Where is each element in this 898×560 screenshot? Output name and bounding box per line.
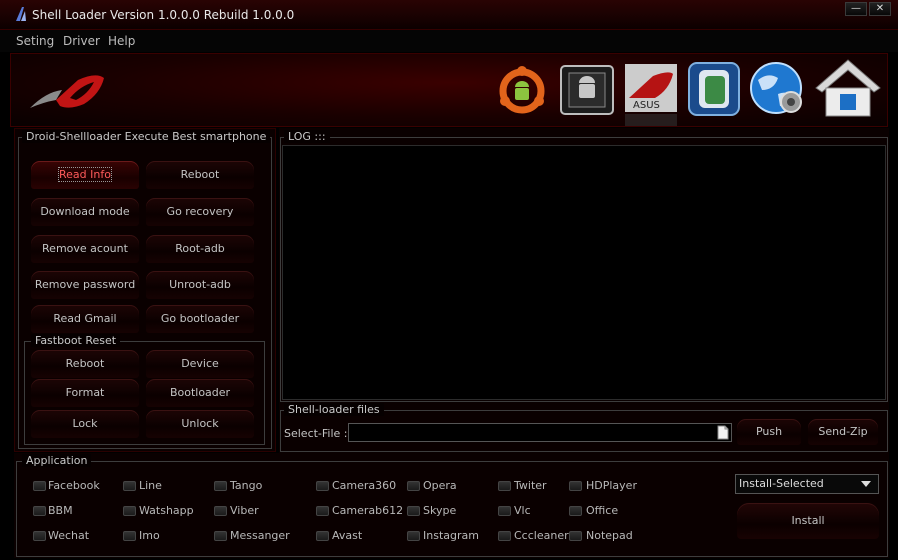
minimize-button[interactable]: — [845, 2, 867, 16]
facebook-label: Facebook [48, 479, 100, 492]
svg-text:ASUS: ASUS [633, 100, 660, 111]
instagram-checkbox[interactable] [407, 531, 420, 541]
read-gmail-button[interactable]: Read Gmail [31, 305, 139, 333]
camera360-checkbox[interactable] [316, 481, 329, 491]
select-file-input[interactable] [348, 423, 732, 442]
hdplayer-label: HDPlayer [586, 479, 637, 492]
vlc-label: Vlc [514, 504, 531, 517]
fastboot-lock-button[interactable]: Lock [31, 410, 139, 438]
fastboot-device-button[interactable]: Device [146, 350, 254, 378]
app-logo-icon [16, 7, 26, 21]
globe-gear-icon[interactable] [748, 60, 808, 120]
ubuntu-android-icon[interactable] [495, 64, 549, 118]
facebook-checkbox[interactable] [33, 481, 46, 491]
download-mode-button[interactable]: Download mode [31, 198, 139, 226]
watshapp-label: Watshapp [139, 504, 194, 517]
instagram-label: Instagram [423, 529, 479, 542]
remove-account-button[interactable]: Remove acount [31, 235, 139, 263]
reboot-button[interactable]: Reboot [146, 161, 254, 189]
messanger-checkbox[interactable] [214, 531, 227, 541]
droid-group-title: Droid-Shellloader Execute Best smartphon… [22, 130, 271, 143]
wechat-checkbox[interactable] [33, 531, 46, 541]
avast-label: Avast [332, 529, 363, 542]
window-icon[interactable] [686, 60, 742, 118]
skype-label: Skype [423, 504, 457, 517]
hdplayer-checkbox[interactable] [569, 481, 582, 491]
opera-checkbox[interactable] [407, 481, 420, 491]
go-recovery-button[interactable]: Go recovery [146, 198, 254, 226]
imo-label: Imo [139, 529, 160, 542]
fastboot-format-button[interactable]: Format [31, 379, 139, 407]
opera-label: Opera [423, 479, 457, 492]
fastboot-reboot-button[interactable]: Reboot [31, 350, 139, 378]
send-zip-button[interactable]: Send-Zip [808, 419, 878, 445]
install-mode-value: Install-Selected [739, 477, 824, 490]
avast-checkbox[interactable] [316, 531, 329, 541]
viber-label: Viber [230, 504, 259, 517]
menu-help[interactable]: Help [108, 34, 135, 48]
bbm-checkbox[interactable] [33, 506, 46, 516]
rog-logo-icon [30, 75, 104, 108]
close-button[interactable]: ✕ [869, 2, 891, 16]
twiter-label: Twiter [514, 479, 547, 492]
imo-checkbox[interactable] [123, 531, 136, 541]
cccleaner-checkbox[interactable] [498, 531, 511, 541]
menu-driver[interactable]: Driver [63, 34, 100, 48]
camerab612-label: Camerab612 [332, 504, 404, 517]
window-title: Shell Loader Version 1.0.0.0 Rebuild 1.0… [32, 8, 295, 22]
menu-seting[interactable]: Seting [16, 34, 54, 48]
fastboot-bootloader-button[interactable]: Bootloader [146, 379, 254, 407]
remove-password-button[interactable]: Remove password [31, 271, 139, 299]
fastboot-unlock-button[interactable]: Unlock [146, 410, 254, 438]
notepad-label: Notepad [586, 529, 633, 542]
log-output[interactable] [282, 145, 886, 400]
camera360-label: Camera360 [332, 479, 397, 492]
office-label: Office [586, 504, 619, 517]
line-label: Line [139, 479, 162, 492]
skype-checkbox[interactable] [407, 506, 420, 516]
fastboot-group-title: Fastboot Reset [31, 334, 121, 347]
twiter-checkbox[interactable] [498, 481, 511, 491]
messanger-label: Messanger [230, 529, 290, 542]
cccleaner-label: Cccleaner [514, 529, 569, 542]
wechat-label: Wechat [48, 529, 90, 542]
read-info-label: Read Info [58, 167, 112, 182]
asus-rog-icon[interactable]: ASUS [623, 62, 679, 128]
chevron-down-icon[interactable] [861, 481, 871, 487]
notepad-checkbox[interactable] [569, 531, 582, 541]
files-group-title: Shell-loader files [284, 403, 384, 416]
bbm-label: BBM [48, 504, 73, 517]
application-group-title: Application [22, 454, 92, 467]
push-button[interactable]: Push [737, 419, 801, 445]
line-checkbox[interactable] [123, 481, 136, 491]
file-browse-icon[interactable] [717, 425, 729, 440]
log-title: LOG ::: [284, 130, 330, 143]
root-adb-button[interactable]: Root-adb [146, 235, 254, 263]
viber-checkbox[interactable] [214, 506, 227, 516]
camerab612-checkbox[interactable] [316, 506, 329, 516]
install-button[interactable]: Install [737, 503, 879, 539]
chip-android-icon[interactable] [557, 62, 617, 118]
go-bootloader-button[interactable]: Go bootloader [146, 305, 254, 333]
office-checkbox[interactable] [569, 506, 582, 516]
read-info-button[interactable]: Read Info [31, 161, 139, 189]
tango-label: Tango [230, 479, 263, 492]
vlc-checkbox[interactable] [498, 506, 511, 516]
select-file-label: Select-File : [284, 427, 348, 440]
install-mode-select[interactable]: Install-Selected [735, 474, 879, 494]
home-icon[interactable] [812, 56, 884, 120]
tango-checkbox[interactable] [214, 481, 227, 491]
watshapp-checkbox[interactable] [123, 506, 136, 516]
unroot-adb-button[interactable]: Unroot-adb [146, 271, 254, 299]
